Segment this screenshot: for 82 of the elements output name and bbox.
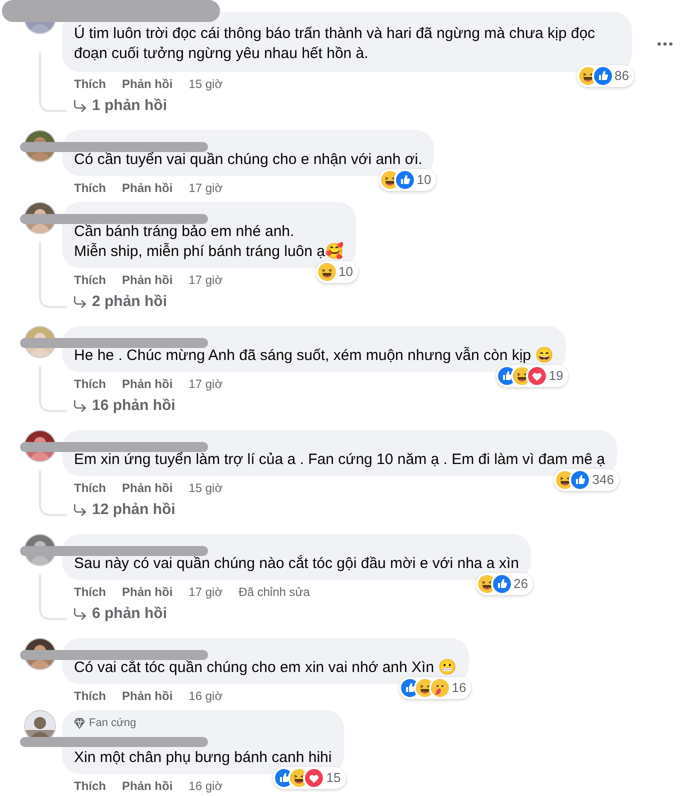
reaction-summary[interactable]: 86 <box>576 65 634 87</box>
view-replies-link[interactable]: 1 phản hồi <box>72 94 167 118</box>
like-icon <box>594 67 612 85</box>
reply-link[interactable]: Phản hồi <box>122 479 173 497</box>
comment-text: Có cần tuyển vai quần chúng cho e nhận với anh ơi. <box>74 150 422 170</box>
view-replies-link[interactable]: 2 phản hồi <box>72 290 167 314</box>
like-icon <box>275 769 294 787</box>
comment-text: Xin một chân phụ bưng bánh canh hihi <box>74 748 332 768</box>
comment-text: Em xin ứng tuyển làm trợ lí của a . Fan cứng 10 năm ạ . Em đi làm vì đam mê ạ <box>74 450 605 470</box>
view-replies-link[interactable]: 6 phản hồi <box>72 602 167 626</box>
laughing-face-icon <box>380 171 399 189</box>
like-link[interactable]: Thích <box>74 179 106 197</box>
like-icon <box>571 471 590 489</box>
timestamp[interactable]: 17 giờ <box>188 583 223 601</box>
reaction-summary[interactable]: 10 <box>316 261 358 283</box>
badge-label: Fan cứng <box>89 716 136 731</box>
like-link[interactable]: Thích <box>74 479 106 497</box>
like-icon <box>492 575 510 593</box>
timestamp[interactable]: 15 giờ <box>188 479 223 497</box>
reaction-count: 86 <box>614 67 629 86</box>
reaction-count: 26 <box>514 575 528 594</box>
like-icon <box>498 367 516 385</box>
laughing-face-icon <box>578 67 597 85</box>
reply-arrow-icon <box>72 606 88 622</box>
reaction-summary[interactable]: 16 <box>398 677 472 699</box>
laughing-face-icon <box>478 575 496 593</box>
reply-link[interactable]: Phản hồi <box>122 179 173 197</box>
view-replies-link[interactable]: 16 phản hồi <box>72 394 176 418</box>
like-link[interactable]: Thích <box>74 75 106 93</box>
laughing-face-icon <box>290 769 308 787</box>
laughing-face-icon <box>512 367 531 385</box>
like-link[interactable]: Thích <box>74 687 106 705</box>
heart-icon <box>305 769 324 787</box>
view-replies-link[interactable]: 12 phản hồi <box>72 498 176 522</box>
reply-arrow-icon <box>72 294 88 310</box>
reaction-count: 15 <box>326 769 341 788</box>
like-icon <box>400 679 419 697</box>
reaction-count: 346 <box>592 471 614 490</box>
comment-text: Cần bánh tráng bảo em nhé anh. Miễn ship, miễn phí bánh tráng luôn ạ🥰 <box>74 222 344 262</box>
thread-line <box>39 366 67 412</box>
edited-label: Đã chỉnh sửa <box>238 584 310 601</box>
laughing-face-icon <box>416 679 434 697</box>
reaction-summary[interactable]: 10 <box>378 169 436 191</box>
like-icon <box>396 171 414 189</box>
laughing-face-icon <box>318 263 336 281</box>
reaction-count: 10 <box>338 263 353 282</box>
diamond-icon <box>74 718 85 728</box>
like-link[interactable]: Thích <box>74 777 106 795</box>
thread-line <box>39 574 67 620</box>
thread-line <box>39 470 67 516</box>
comment-text: He he . Chúc mừng Anh đã sáng suốt, xém muộn nhưng vẫn còn kịp 😄 <box>74 346 554 366</box>
reply-link[interactable]: Phản hồi <box>122 583 173 601</box>
timestamp[interactable]: 15 giờ <box>188 75 223 93</box>
reply-link[interactable]: Phản hồi <box>122 777 173 795</box>
reaction-summary[interactable]: 346 <box>554 469 619 491</box>
comment-text: Ú tim luôn trời đọc cái thông báo trấn thành và hari đã ngừng mà chưa kịp đọc đoạn cuối tưởng ngừng yêu nhau hết hồn à. <box>74 24 596 64</box>
reply-link[interactable]: Phản hồi <box>122 375 173 393</box>
timestamp[interactable]: 17 giờ <box>188 271 223 289</box>
hugging-face-icon <box>430 679 449 697</box>
reply-arrow-icon <box>72 98 88 114</box>
laughing-face-icon <box>556 471 574 489</box>
reaction-summary[interactable]: 15 <box>273 767 346 789</box>
reply-link[interactable]: Phản hồi <box>122 271 173 289</box>
timestamp[interactable]: 17 giờ <box>188 179 223 197</box>
timestamp[interactable]: 16 giờ <box>188 777 223 795</box>
like-link[interactable]: Thích <box>74 271 106 289</box>
reply-link[interactable]: Phản hồi <box>122 687 173 705</box>
comment-text: Sau này có vai quần chúng nào cắt tóc gội đầu mời e với nha a xìn <box>74 554 519 574</box>
timestamp[interactable]: 16 giờ <box>188 687 223 705</box>
like-link[interactable]: Thích <box>74 375 106 393</box>
reply-link[interactable]: Phản hồi <box>122 75 173 93</box>
reaction-count: 10 <box>416 171 432 190</box>
reply-arrow-icon <box>72 502 88 518</box>
comment-text: Có vai cắt tóc quần chúng cho em xin vai nhớ anh Xìn 😬 <box>74 658 458 678</box>
reaction-count: 16 <box>452 679 466 698</box>
reaction-summary[interactable]: 19 <box>496 365 568 387</box>
like-link[interactable]: Thích <box>74 583 106 601</box>
reaction-count: 19 <box>548 367 564 386</box>
timestamp[interactable]: 17 giờ <box>188 375 223 393</box>
heart-icon <box>528 367 546 385</box>
reaction-summary[interactable]: 26 <box>476 573 533 595</box>
reply-arrow-icon <box>72 398 88 414</box>
